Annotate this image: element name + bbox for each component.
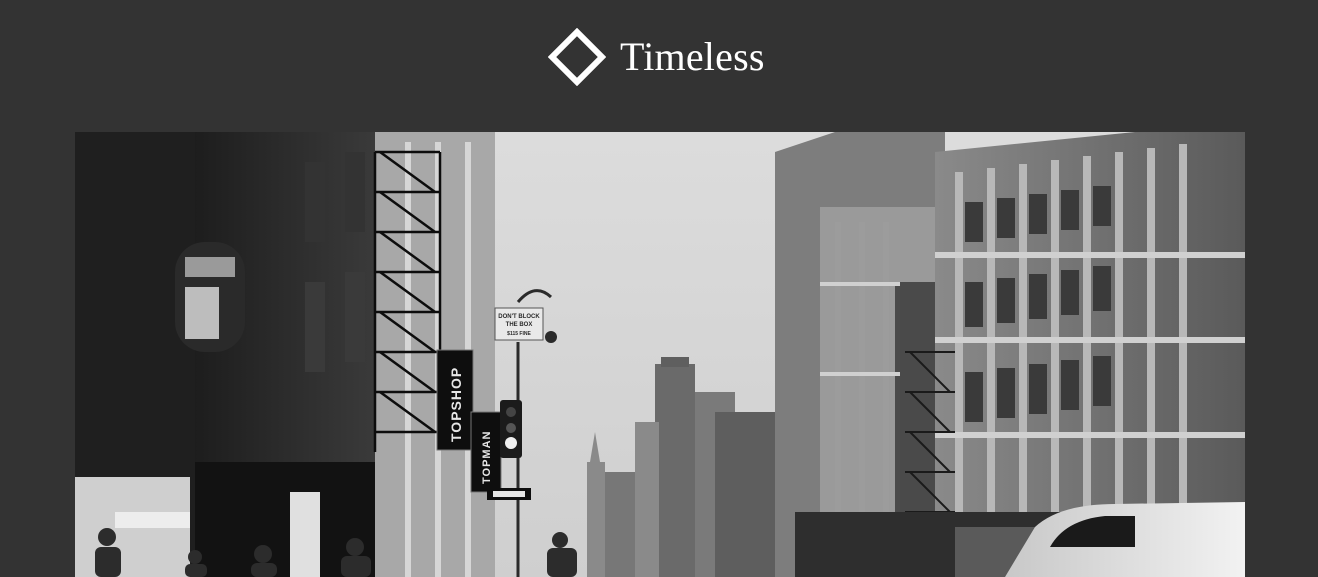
dont-block-sign-line1: DON'T BLOCK [498, 314, 540, 320]
dont-block-sign-line3: $115 FINE [507, 331, 531, 337]
hero-image: TOPSHOP TOPMAN DON'T BLOCK THE BOX $115 … [75, 132, 1245, 577]
site-header: Timeless [0, 0, 1318, 132]
brand-logo-link[interactable]: Timeless [548, 26, 765, 88]
dont-block-sign-line2: THE BOX [506, 322, 533, 328]
city-street-photo: TOPSHOP TOPMAN DON'T BLOCK THE BOX $115 … [75, 132, 1245, 577]
topman-sign: TOPMAN [481, 431, 493, 484]
brand-name: Timeless [620, 34, 765, 79]
diamond-outline-icon [548, 28, 606, 86]
topshop-sign: TOPSHOP [448, 367, 464, 442]
